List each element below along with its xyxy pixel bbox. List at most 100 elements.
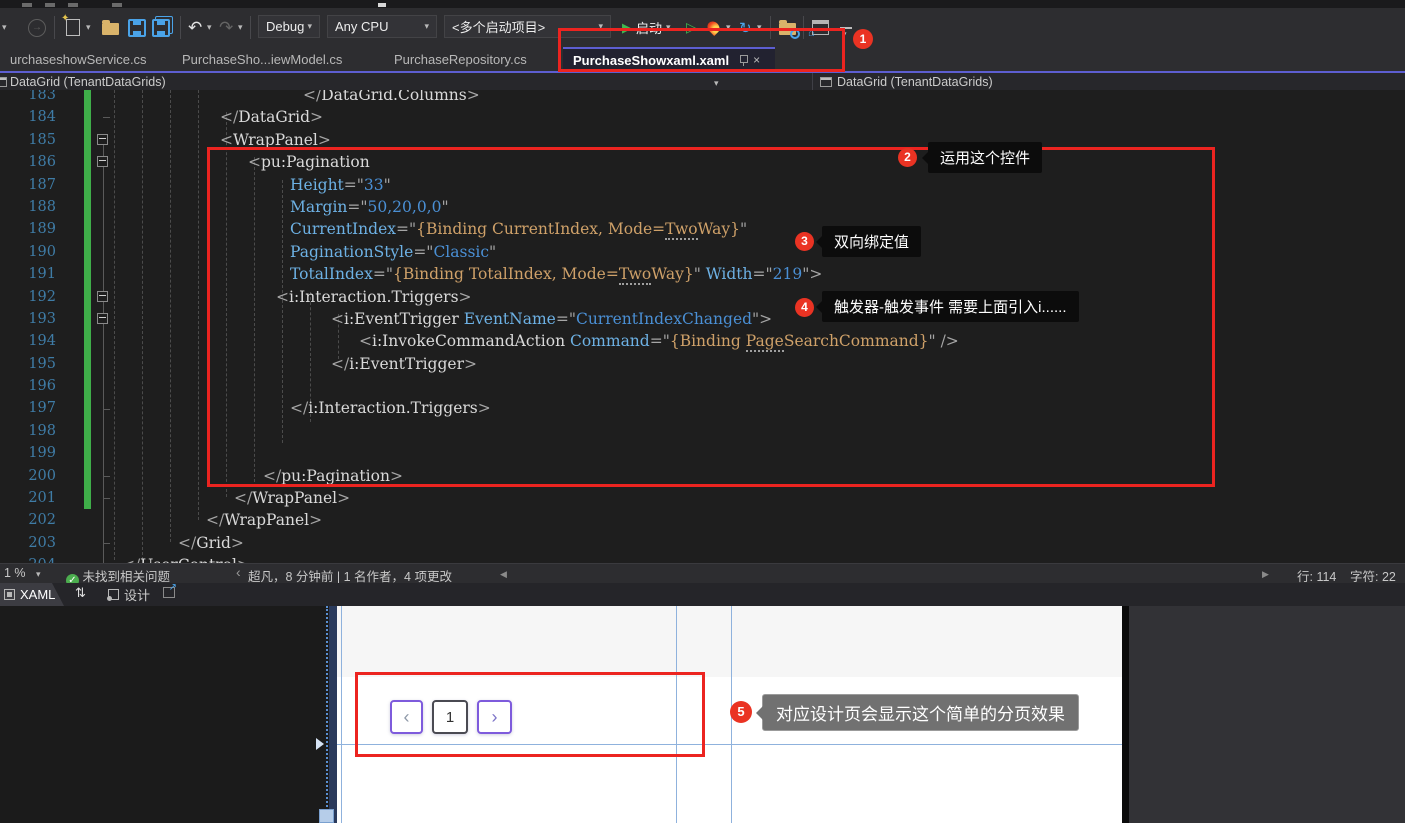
class-icon (0, 77, 7, 87)
member-icon (820, 77, 832, 87)
redo-icon[interactable]: ↷ (219, 8, 233, 47)
code-token: Grid (196, 533, 231, 552)
grid-row-marker-icon[interactable] (316, 738, 324, 750)
xaml-tab-label: XAML (20, 587, 56, 602)
design-tab-label: 设计 (124, 588, 151, 603)
clipped-icon (22, 3, 32, 7)
code-token: > (310, 108, 324, 127)
code-token: > (309, 511, 323, 530)
tab-design-view[interactable]: 设计 (107, 583, 151, 606)
expand-right-icon[interactable] (1262, 566, 1269, 580)
designer-background (1129, 606, 1405, 823)
member-dropdown[interactable]: DataGrid (TenantDataGrids) (837, 75, 993, 89)
platform-dropdown[interactable]: Any CPU (327, 15, 437, 38)
vs-window: → ↶ ↷ Debug Any CPU <多个启动项目> ▶ 启动 ▷ ↻ (0, 0, 1405, 823)
platform-label: Any CPU (335, 19, 389, 34)
code-token: </ (206, 511, 225, 530)
annotation-tooltip-2: 运用这个控件 (921, 142, 1043, 173)
new-project-icon[interactable] (61, 8, 80, 47)
code-token: WrapPanel (252, 489, 338, 508)
problems-label: 未找到相关问题 (82, 570, 170, 584)
type-dropdown[interactable]: DataGrid (TenantDataGrids) (10, 75, 166, 89)
tab-purchaseshowservice[interactable]: urchaseshowService.cs (0, 47, 170, 71)
code-line[interactable]: </Grid> (0, 532, 1405, 554)
code-token: UserControl (140, 556, 237, 563)
collapse-left-icon[interactable] (500, 566, 507, 580)
tab-label: PurchaseSho...iewModel.cs (182, 51, 343, 67)
undo-icon[interactable]: ↶ (188, 8, 202, 47)
code-token: </ (234, 489, 253, 508)
swap-panes-icon[interactable]: ⇅ (75, 586, 86, 601)
navigation-bar-divider (812, 73, 813, 90)
save-icon[interactable] (128, 8, 146, 47)
annotation-badge-1: 1 (853, 29, 873, 49)
tab-purchaseshowviewmodel[interactable]: PurchaseSho...iewModel.cs (172, 47, 382, 71)
code-line[interactable]: </WrapPanel> (0, 509, 1405, 531)
navigate-forward-icon[interactable]: → (28, 8, 46, 47)
code-token: </ (178, 533, 197, 552)
new-project-caret-icon[interactable] (86, 8, 91, 47)
save-all-icon[interactable] (152, 8, 170, 47)
fold-collapse-icon[interactable] (97, 313, 108, 324)
code-token: > (337, 489, 351, 508)
annotation-tooltip-4: 触发器-触发事件 需要上面引入i...... (816, 291, 1079, 322)
clipped-caret (378, 3, 386, 7)
popout-window-icon[interactable] (163, 582, 177, 598)
code-line[interactable]: </DataGrid.Columns> (0, 90, 1405, 106)
code-token: </ (303, 90, 322, 104)
debug-configuration-label: Debug (266, 19, 305, 34)
artboard-edge-strip (329, 606, 337, 823)
designer-grid-line (341, 606, 342, 823)
toolbar-separator (250, 16, 251, 39)
tab-purchaserepository[interactable]: PurchaseRepository.cs (384, 47, 560, 71)
tab-label: PurchaseRepository.cs (394, 51, 527, 67)
xaml-view-icon (4, 589, 15, 600)
tab-xaml-view[interactable]: XAML (0, 583, 64, 606)
fold-collapse-icon[interactable] (97, 290, 108, 302)
toolbar-clipped-row (0, 0, 1405, 8)
code-line[interactable]: </DataGrid> (0, 106, 1405, 128)
designer-surface[interactable]: ‹ 1 › 5 对应设计页会显示这个简单的分页效果 (0, 606, 1405, 823)
annotation-badge-4: 4 (795, 298, 814, 317)
toolbar-separator (180, 16, 181, 39)
editor-status-bar: 1 % 未找到相关问题 超凡，8 分钟前 | 1 名作者，4 项更改 行: 11… (0, 563, 1405, 587)
clipped-icon (45, 3, 55, 7)
code-line[interactable]: </UserControl> (0, 554, 1405, 563)
artboard-resize-handle[interactable] (319, 809, 334, 823)
annotation-badge-2: 2 (898, 148, 917, 167)
artboard-right-edge (1122, 606, 1129, 823)
tab-label: urchaseshowService.cs (10, 51, 147, 67)
clipped-dropdown-caret-icon[interactable] (2, 8, 7, 47)
undo-caret-icon[interactable] (207, 8, 212, 47)
code-token: DataGrid (238, 108, 311, 127)
toolbar-separator (54, 16, 55, 39)
zoom-level-dropdown[interactable]: 1 % (4, 566, 26, 580)
type-dropdown-caret-icon[interactable] (714, 75, 719, 89)
code-token: DataGrid.Columns (321, 90, 467, 104)
redo-caret-icon[interactable] (238, 8, 243, 47)
zoom-caret-icon[interactable] (36, 566, 41, 580)
design-view-icon (107, 589, 119, 601)
code-token: </ (220, 108, 239, 127)
code-token: > (237, 556, 250, 563)
fold-collapse-icon[interactable] (97, 133, 108, 145)
annotation-box-1 (558, 28, 845, 72)
xaml-design-split-bar: XAML ⇅ 设计 (0, 582, 1405, 606)
code-line[interactable]: </WrapPanel> (0, 487, 1405, 509)
collapse-icon[interactable] (236, 564, 241, 580)
annotation-tooltip-3: 双向绑定值 (815, 226, 922, 257)
annotation-box-5 (355, 672, 705, 757)
code-token: > (466, 90, 480, 104)
clipped-icon (68, 3, 78, 7)
debug-configuration-dropdown[interactable]: Debug (258, 15, 320, 38)
fold-collapse-icon[interactable] (97, 156, 108, 168)
annotation-tooltip-5: 对应设计页会显示这个简单的分页效果 (756, 694, 1079, 731)
clipped-icon (112, 3, 122, 7)
startup-project-label: <多个启动项目> (452, 20, 546, 35)
datagrid-preview-area (337, 606, 1122, 677)
code-token: WrapPanel (224, 511, 310, 530)
open-folder-icon[interactable] (102, 8, 119, 47)
code-token: > (230, 533, 244, 552)
code-token: </ (122, 556, 140, 563)
artboard-guide-dotted-line (326, 606, 328, 823)
